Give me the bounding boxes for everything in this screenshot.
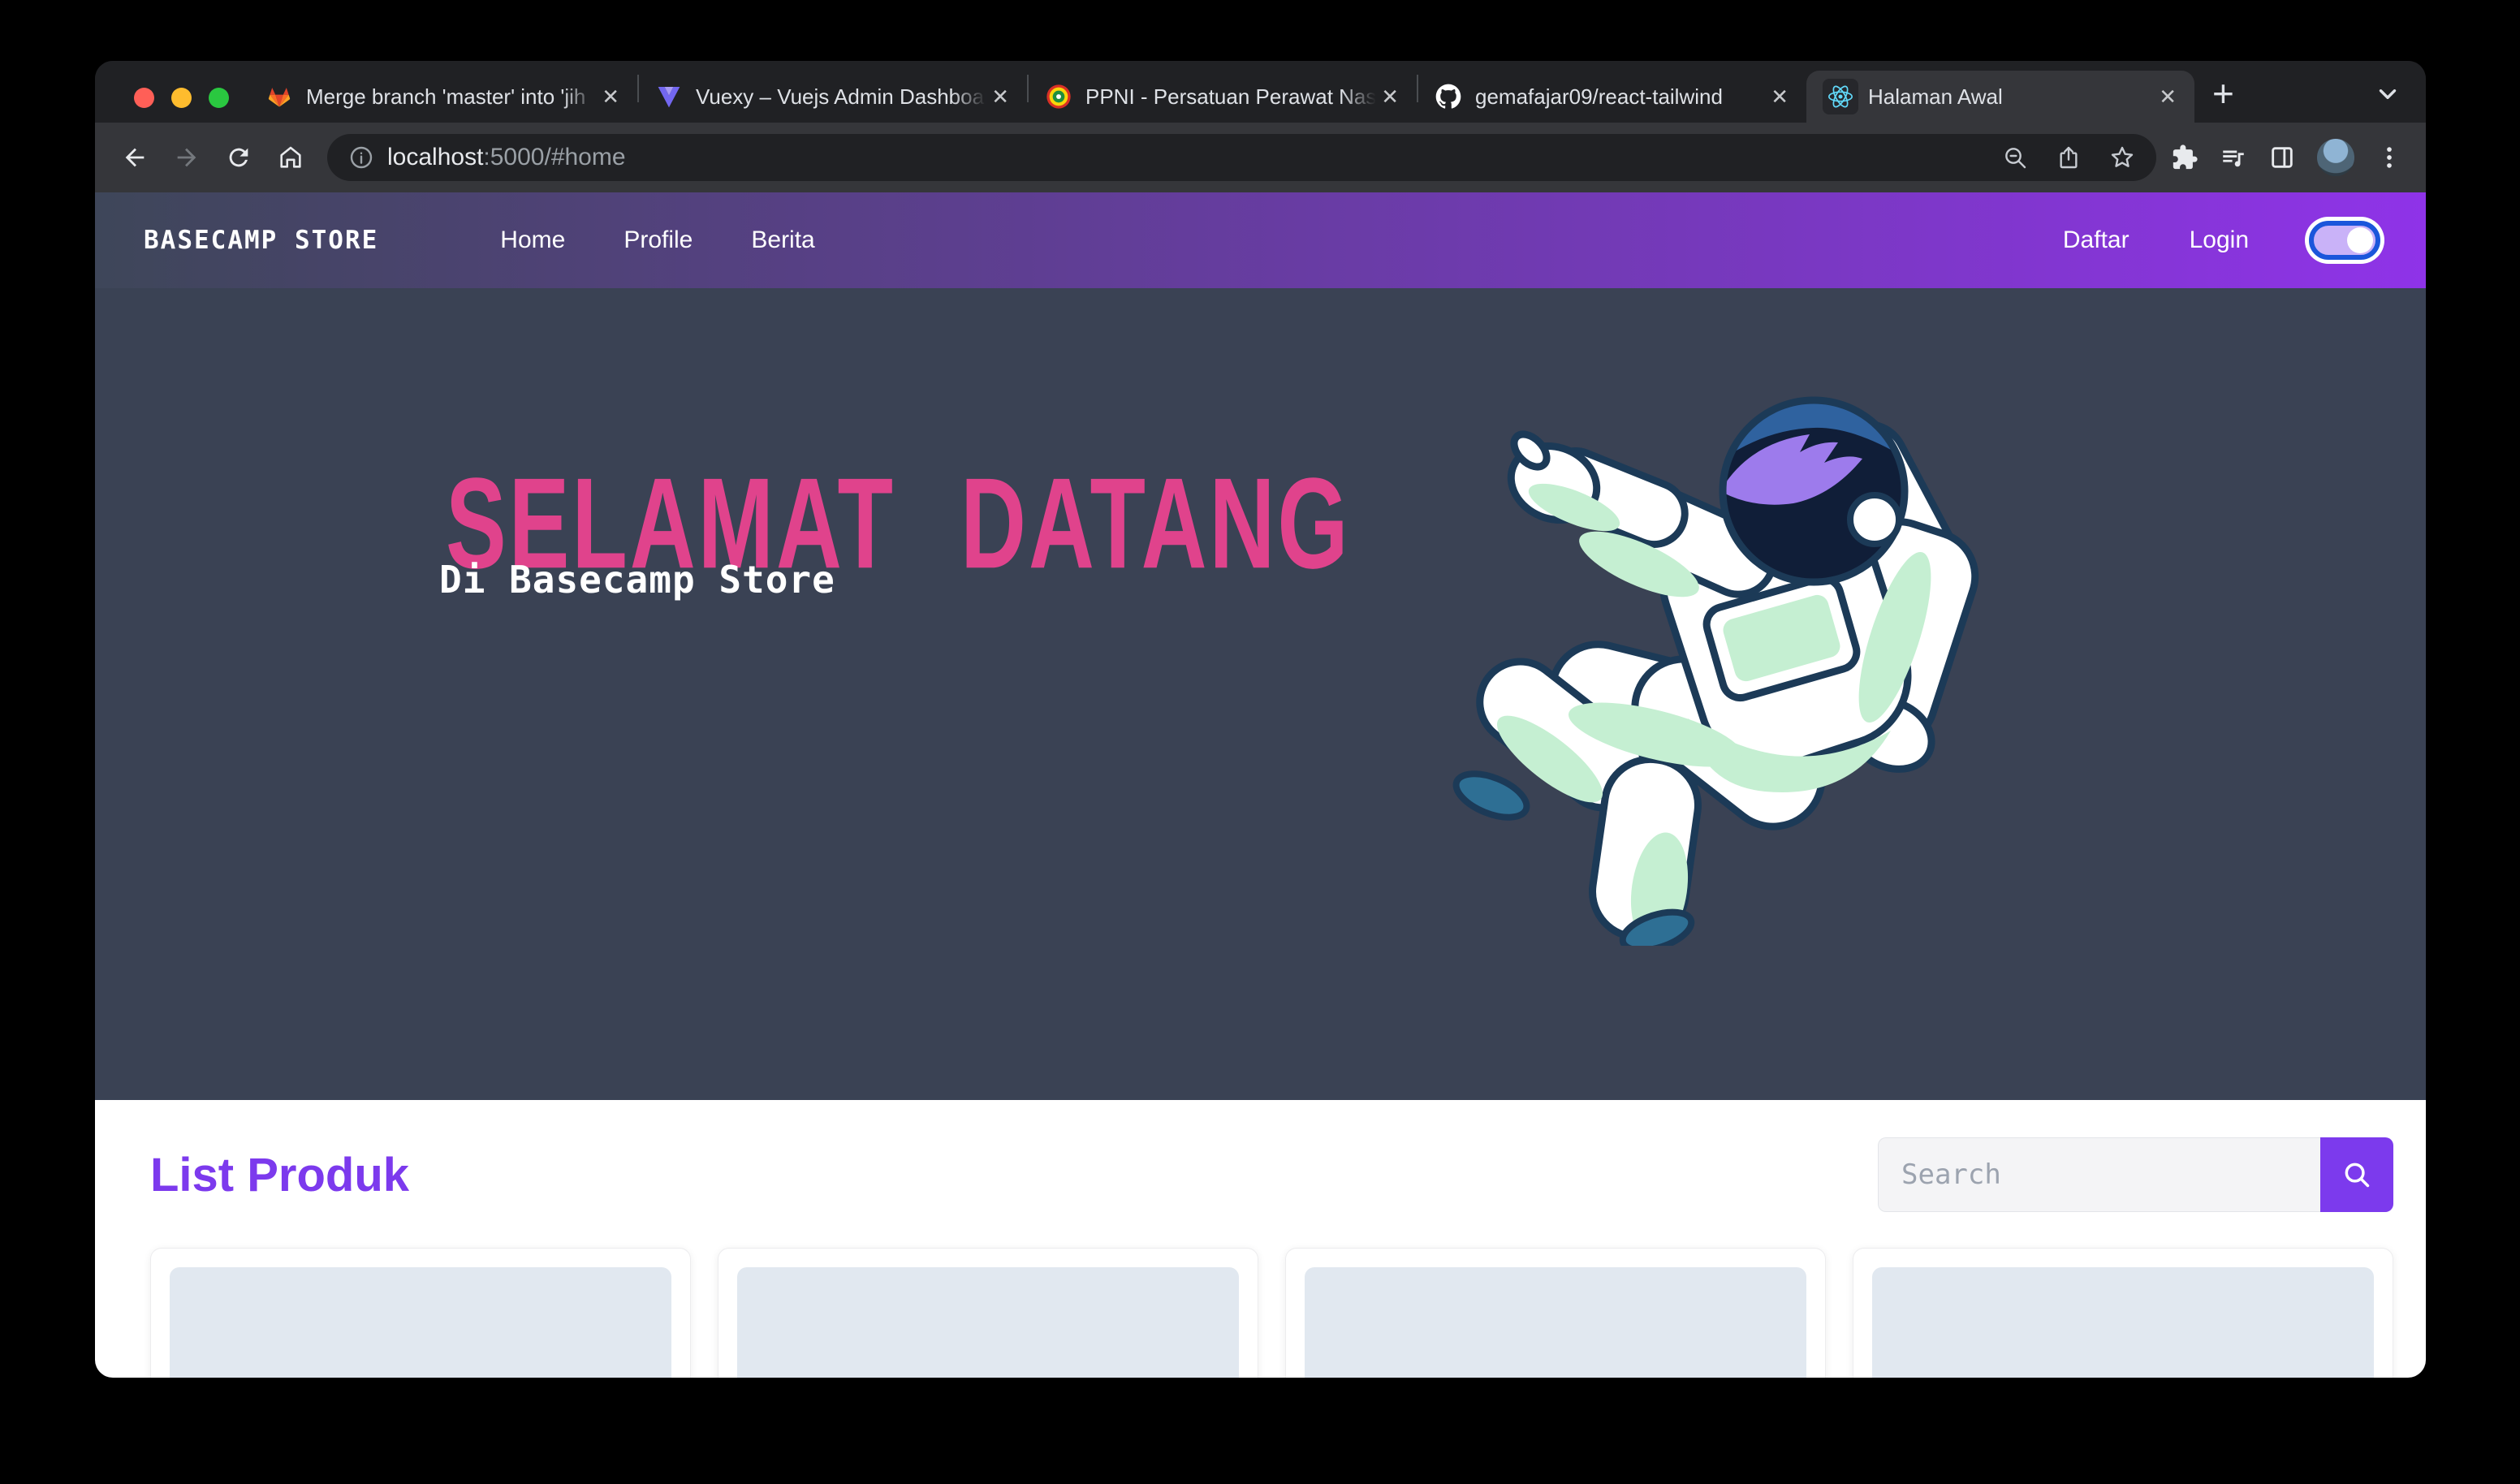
zoom-out-icon[interactable]: [2002, 145, 2028, 170]
tab-title: Vuexy – Vuejs Admin Dashboar: [696, 84, 986, 110]
ppni-icon: [1045, 83, 1072, 110]
media-playlist-icon[interactable]: [2220, 144, 2247, 171]
reload-icon[interactable]: [217, 136, 261, 179]
tab-search-chevron-icon[interactable]: [2374, 80, 2401, 108]
close-window-button[interactable]: [134, 88, 154, 108]
product-card-grid: [150, 1248, 2393, 1378]
url-text: localhost:5000/#home: [387, 144, 626, 171]
url-path: :5000/#home: [483, 144, 625, 170]
product-card[interactable]: [1285, 1248, 1826, 1378]
nav-link-berita[interactable]: Berita: [751, 226, 814, 254]
products-section: List Produk: [95, 1100, 2426, 1378]
back-icon[interactable]: [113, 136, 157, 179]
search-button[interactable]: [2320, 1137, 2393, 1212]
nav-link-daftar[interactable]: Daftar: [2063, 226, 2129, 254]
tab-title: Merge branch 'master' into 'jih: [306, 84, 597, 110]
profile-avatar[interactable]: [2317, 139, 2354, 176]
browser-tab[interactable]: Merge branch 'master' into 'jih ✕: [249, 71, 637, 123]
astronaut-illustration: [1452, 369, 2004, 946]
macos-traffic-lights: [134, 88, 229, 108]
extensions-puzzle-icon[interactable]: [2171, 144, 2199, 171]
share-icon[interactable]: [2056, 145, 2082, 170]
brand-logo[interactable]: BASECAMP STORE: [144, 226, 378, 255]
tab-close-icon[interactable]: ✕: [2154, 83, 2181, 111]
nav-links: Home Profile Berita: [500, 226, 814, 254]
tab-close-icon[interactable]: ✕: [1376, 83, 1404, 111]
tab-close-icon[interactable]: ✕: [597, 83, 624, 111]
gitlab-icon: [265, 83, 293, 110]
search-input[interactable]: [1878, 1137, 2320, 1212]
tab-close-icon[interactable]: ✕: [986, 83, 1014, 111]
browser-toolbar: localhost:5000/#home: [95, 123, 2426, 192]
menu-kebab-icon[interactable]: [2375, 144, 2403, 171]
theme-toggle[interactable]: [2309, 221, 2380, 260]
url-host: localhost: [387, 144, 483, 170]
tab-title: PPNI - Persatuan Perawat Nasi: [1085, 84, 1376, 110]
search-box: [1878, 1137, 2393, 1212]
product-image-placeholder: [1305, 1267, 1806, 1378]
tab-title: Halaman Awal: [1868, 84, 2154, 110]
hero-subtitle: Di Basecamp Store: [439, 558, 835, 602]
side-panel-icon[interactable]: [2268, 144, 2296, 171]
tab-close-icon[interactable]: ✕: [1766, 83, 1793, 111]
url-bar[interactable]: localhost:5000/#home: [327, 134, 2156, 181]
product-image-placeholder: [170, 1267, 671, 1378]
browser-tab[interactable]: Vuexy – Vuejs Admin Dashboar ✕: [639, 71, 1027, 123]
tabs: Merge branch 'master' into 'jih ✕ Vuexy …: [249, 61, 2234, 123]
nav-link-login[interactable]: Login: [2190, 226, 2249, 254]
nav-link-home[interactable]: Home: [500, 226, 565, 254]
minimize-window-button[interactable]: [171, 88, 192, 108]
product-card[interactable]: [1853, 1248, 2393, 1378]
tab-title: gemafajar09/react-tailwind: [1475, 84, 1766, 110]
react-icon: [1823, 79, 1858, 114]
nav-link-profile[interactable]: Profile: [624, 226, 693, 254]
github-icon: [1435, 83, 1462, 110]
browser-window: Merge branch 'master' into 'jih ✕ Vuexy …: [95, 61, 2426, 1378]
vuexy-icon: [655, 83, 683, 110]
product-card[interactable]: [718, 1248, 1258, 1378]
toggle-knob: [2347, 227, 2373, 253]
browser-tab[interactable]: PPNI - Persatuan Perawat Nasi ✕: [1029, 71, 1417, 123]
product-card[interactable]: [150, 1248, 691, 1378]
web-page: BASECAMP STORE Home Profile Berita Dafta…: [95, 192, 2426, 1378]
products-heading: List Produk: [150, 1148, 409, 1202]
zoom-window-button[interactable]: [209, 88, 229, 108]
product-image-placeholder: [737, 1267, 1239, 1378]
bookmark-star-icon[interactable]: [2109, 145, 2135, 170]
product-image-placeholder: [1872, 1267, 2374, 1378]
home-icon[interactable]: [269, 136, 313, 179]
browser-tab-active[interactable]: Halaman Awal ✕: [1806, 71, 2194, 123]
site-navbar: BASECAMP STORE Home Profile Berita Dafta…: [95, 192, 2426, 288]
hero-section: SELAMAT DATANG Di Basecamp Store: [95, 288, 2426, 1100]
new-tab-button[interactable]: +: [2212, 71, 2234, 116]
forward-icon[interactable]: [165, 136, 209, 179]
search-icon: [2341, 1159, 2372, 1190]
tab-strip: Merge branch 'master' into 'jih ✕ Vuexy …: [95, 61, 2426, 123]
site-info-icon[interactable]: [348, 145, 374, 170]
browser-tab[interactable]: gemafajar09/react-tailwind ✕: [1418, 71, 1806, 123]
